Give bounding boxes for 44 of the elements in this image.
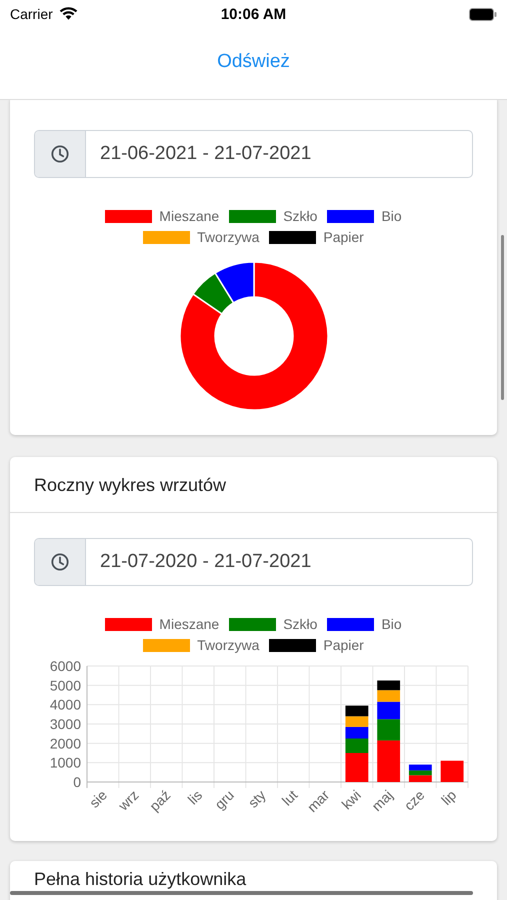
y-axis-label: 1000 — [50, 754, 81, 771]
x-axis-label: sie — [86, 786, 110, 811]
x-axis-label: cze — [400, 786, 428, 814]
bar-segment — [440, 760, 464, 782]
y-axis-label: 3000 — [50, 716, 81, 732]
y-axis-label: 5000 — [50, 677, 81, 694]
legend-label: Bio — [381, 208, 402, 224]
x-axis-label: lip — [438, 786, 460, 808]
y-axis-label: 6000 — [50, 661, 81, 674]
battery-icon — [469, 8, 497, 20]
carrier-name: Carrier — [10, 6, 53, 22]
y-axis-label: 4000 — [50, 696, 81, 713]
y-axis-label: 2000 — [50, 735, 81, 752]
x-axis-label: sty — [244, 786, 269, 811]
bar-segment — [377, 680, 400, 690]
legend-label: Tworzywa — [197, 637, 260, 653]
wifi-icon — [58, 7, 78, 21]
x-axis-label: lis — [184, 786, 206, 808]
x-axis-label: maj — [368, 786, 396, 814]
legend-label: Mieszane — [159, 616, 220, 632]
date-range-field[interactable]: 21-07-2020 - 21-07-2021 — [34, 538, 473, 586]
card-title: Roczny wykres wrzutów — [34, 475, 226, 495]
date-range-field[interactable]: 21-06-2021 - 21-07-2021 — [34, 130, 473, 178]
legend-label: Papier — [323, 637, 364, 653]
legend-label: Mieszane — [159, 208, 220, 224]
legend-label: Bio — [381, 616, 402, 632]
clock-time: 10:06 AM — [220, 6, 286, 22]
x-axis-label: mar — [304, 786, 332, 816]
y-axis-label: 0 — [73, 774, 81, 790]
x-axis-label: paź — [146, 786, 174, 814]
card-title: Pełna historia użytkownika — [34, 869, 246, 889]
legend-label: Szkło — [283, 208, 318, 224]
x-axis-label: wrz — [115, 786, 142, 814]
clock-icon — [51, 145, 69, 163]
bar-segment — [345, 706, 368, 716]
legend-label: Tworzywa — [197, 229, 260, 245]
bar-segment — [345, 726, 368, 738]
x-axis-label: kwi — [338, 786, 364, 812]
legend-label: Szkło — [283, 616, 318, 632]
clock-icon — [51, 553, 69, 571]
legend-label: Papier — [323, 229, 364, 245]
x-axis-label: gru — [211, 786, 237, 812]
bar-segment — [345, 716, 368, 727]
x-axis-label: lut — [278, 786, 300, 809]
